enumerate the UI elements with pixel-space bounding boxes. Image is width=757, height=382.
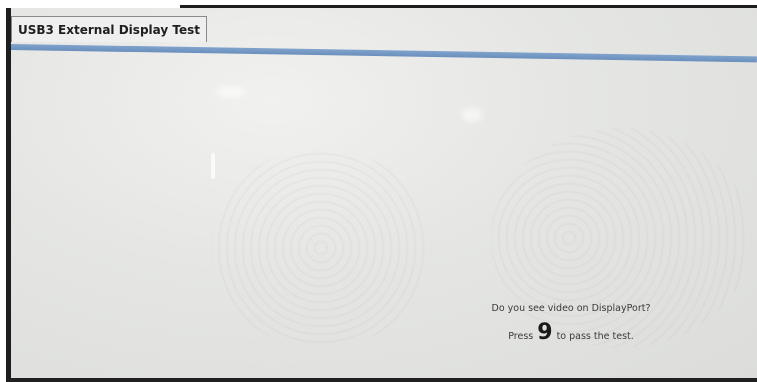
prompt-instruction: Press 9 to pass the test. bbox=[421, 322, 721, 344]
test-prompt: Do you see video on DisplayPort? Press 9… bbox=[421, 302, 721, 344]
photo-frame: USB3 External Display Test Do you see vi… bbox=[0, 0, 757, 382]
monitor-screen: USB3 External Display Test Do you see vi… bbox=[11, 8, 757, 378]
pass-key-number: 9 bbox=[537, 320, 553, 345]
tab-strip: USB3 External Display Test bbox=[11, 16, 757, 44]
tab-label: USB3 External Display Test bbox=[18, 22, 200, 37]
screen-glare bbox=[211, 153, 215, 179]
tab-underline bbox=[11, 44, 757, 63]
screen-moire-pattern bbox=[211, 148, 431, 348]
press-label: Press bbox=[508, 331, 534, 342]
screen-glare bbox=[216, 86, 246, 98]
monitor-bezel-bottom bbox=[6, 378, 757, 382]
pass-label: to pass the test. bbox=[556, 331, 634, 342]
screen-glare bbox=[461, 108, 483, 122]
tab-usb3-external-display-test[interactable]: USB3 External Display Test bbox=[11, 16, 207, 42]
prompt-question: Do you see video on DisplayPort? bbox=[491, 303, 651, 314]
